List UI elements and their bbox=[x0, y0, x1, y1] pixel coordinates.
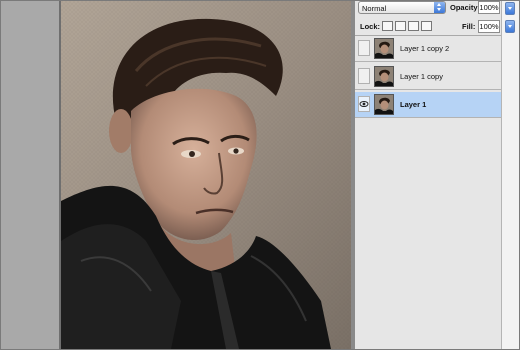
layer-name: Layer 1 copy 2 bbox=[400, 44, 450, 53]
visibility-toggle[interactable] bbox=[358, 96, 370, 112]
layer-row[interactable]: Layer 1 copy bbox=[355, 64, 501, 90]
lock-label: Lock: bbox=[360, 22, 381, 31]
app-window: Normal Opacity: 100% Lock: Fill: 100% La… bbox=[0, 0, 520, 350]
blend-row: Normal Opacity: 100% bbox=[355, 1, 501, 17]
blend-mode-stepper-icon bbox=[434, 2, 445, 13]
layer-thumbnail bbox=[374, 66, 394, 87]
lock-all-padlock-icon[interactable] bbox=[421, 21, 432, 31]
fill-dropdown-arrow-icon[interactable] bbox=[505, 20, 515, 33]
canvas-artwork bbox=[61, 1, 351, 349]
layers-panel: Normal Opacity: 100% Lock: Fill: 100% La… bbox=[355, 1, 501, 349]
layers-panel-scrollbar[interactable] bbox=[501, 1, 519, 349]
layer-name: Layer 1 copy bbox=[400, 72, 443, 81]
lock-transparency-icon[interactable] bbox=[382, 21, 393, 31]
visibility-toggle[interactable] bbox=[358, 40, 370, 56]
layer-thumbnail bbox=[374, 94, 394, 115]
blend-mode-value: Normal bbox=[362, 4, 387, 13]
lock-paint-brush-icon[interactable] bbox=[395, 21, 406, 31]
fill-label: Fill: bbox=[462, 22, 476, 31]
layer-row-selected[interactable]: Layer 1 bbox=[355, 92, 501, 118]
layer-name: Layer 1 bbox=[400, 100, 427, 109]
fill-field[interactable]: 100% bbox=[478, 20, 500, 33]
eye-icon bbox=[359, 101, 369, 107]
lock-position-move-icon[interactable] bbox=[408, 21, 419, 31]
document-canvas[interactable] bbox=[61, 1, 351, 349]
workspace-gutter bbox=[1, 1, 59, 349]
blend-mode-select[interactable]: Normal bbox=[358, 1, 446, 14]
opacity-label: Opacity: bbox=[450, 3, 481, 12]
opacity-dropdown-arrow-icon[interactable] bbox=[505, 2, 515, 15]
thumbnail-portrait bbox=[375, 39, 393, 58]
visibility-toggle[interactable] bbox=[358, 68, 370, 84]
layer-row[interactable]: Layer 1 copy 2 bbox=[355, 36, 501, 62]
opacity-field[interactable]: 100% bbox=[478, 1, 500, 14]
thumbnail-portrait bbox=[375, 95, 393, 114]
layer-thumbnail bbox=[374, 38, 394, 59]
thumbnail-portrait bbox=[375, 67, 393, 86]
